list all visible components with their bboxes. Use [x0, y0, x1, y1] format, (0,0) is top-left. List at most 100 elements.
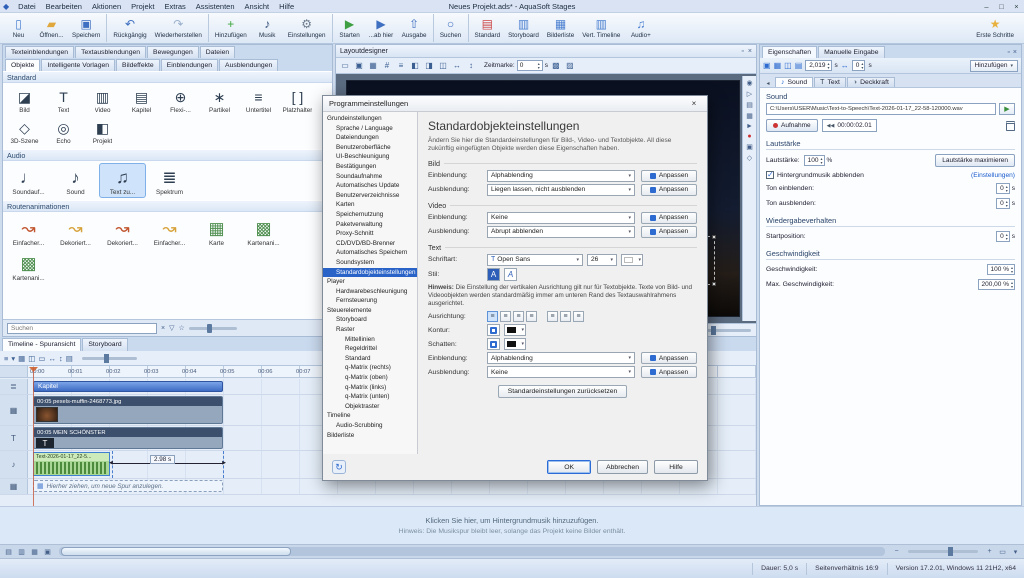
- settings-tree-item[interactable]: Benutzerverzeichnisse: [323, 191, 417, 201]
- font-select[interactable]: TOpen Sans: [487, 254, 583, 266]
- align-button[interactable]: ≡: [513, 311, 524, 322]
- toolbar-button[interactable]: ↶ Rückgängig: [106, 14, 150, 42]
- canvas-tool-icon[interactable]: ▣: [746, 143, 753, 151]
- menu-item[interactable]: Projekt: [126, 2, 159, 11]
- settings-tree-item[interactable]: Dateiendungen: [323, 133, 417, 143]
- bgm-fade-checkbox[interactable]: [766, 171, 774, 179]
- palette-item[interactable]: ▩ Kartenani...: [240, 214, 287, 249]
- timeline-tool-icon[interactable]: ▾: [11, 354, 15, 363]
- panel-corner-icon[interactable]: ×: [1013, 49, 1017, 56]
- settings-tree-item[interactable]: Automatisches Update: [323, 181, 417, 191]
- fadeout-spinner[interactable]: 0▴▾: [996, 198, 1010, 209]
- toolbar-button[interactable]: ♫ Audio+: [624, 14, 657, 42]
- canvas-tool-icon[interactable]: ▦: [746, 112, 753, 120]
- designer-tool-icon[interactable]: ▩: [550, 60, 562, 72]
- canvas-tool-icon[interactable]: ◉: [746, 79, 752, 87]
- designer-tool-icon[interactable]: ▦: [367, 60, 379, 72]
- help-button[interactable]: Hilfe: [654, 460, 698, 474]
- settings-tree-item[interactable]: Automatisches Speichern: [323, 248, 417, 258]
- timeline-zoom-slider[interactable]: [82, 357, 137, 360]
- canvas-tool-icon[interactable]: ●: [747, 133, 751, 140]
- properties-subtab[interactable]: ◑ Deckkraft: [847, 77, 895, 87]
- thumbnail-size-slider[interactable]: [189, 327, 237, 330]
- palette-item[interactable]: ▤ Kapitel: [122, 85, 161, 116]
- designer-tool-icon[interactable]: ↔: [451, 60, 463, 72]
- settings-tree-item[interactable]: Standardobjekteinstellungen: [323, 268, 417, 278]
- menu-item[interactable]: Assistenten: [191, 2, 240, 11]
- settings-tree-item[interactable]: q-Matrix (rechts): [323, 363, 417, 373]
- palette-tab[interactable]: Dateien: [200, 46, 235, 58]
- timeline-tab[interactable]: Storyboard: [82, 338, 127, 351]
- font-style-italic-button[interactable]: A: [504, 268, 517, 281]
- group-header-routes[interactable]: Routenanimationen: [3, 200, 332, 212]
- settings-tree-item[interactable]: Karten: [323, 200, 417, 210]
- designer-tool-icon[interactable]: ◨: [423, 60, 435, 72]
- toolbar-button[interactable]: ⇧ Ausgabe: [398, 14, 431, 42]
- settings-tree-item[interactable]: Objektraster: [323, 402, 417, 412]
- selection-handle[interactable]: [712, 235, 716, 239]
- filter-icon[interactable]: ▽: [169, 324, 174, 332]
- properties-subtab[interactable]: T Text: [814, 77, 846, 87]
- playhead[interactable]: [33, 367, 34, 506]
- anpassen-button[interactable]: Anpassen: [641, 212, 697, 224]
- first-steps-button[interactable]: ★ Erste Schritte: [968, 14, 1022, 42]
- timeline-tool-icon[interactable]: ▦: [18, 354, 25, 363]
- image-object-block[interactable]: 00:05 pexels-muffin-2468773.jpg: [33, 396, 223, 424]
- designer-tool-icon[interactable]: #: [381, 60, 393, 72]
- shadow-color-swatch[interactable]: [504, 338, 526, 350]
- settings-tree-item[interactable]: UI-Beschleunigung: [323, 152, 417, 162]
- toolbar-button[interactable]: ▥ Storyboard: [504, 14, 543, 42]
- blend-select[interactable]: Liegen lassen, nicht ausblenden: [487, 184, 635, 196]
- palette-tab[interactable]: Intelligente Vorlagen: [41, 59, 115, 71]
- timeline-tool-icon[interactable]: ↕: [59, 354, 63, 363]
- slider-thumb[interactable]: [948, 547, 953, 556]
- properties-tool-icon[interactable]: ▦: [774, 61, 782, 70]
- anpassen-button[interactable]: Anpassen: [641, 352, 697, 364]
- add-dropdown[interactable]: Hinzufügen: [970, 60, 1018, 72]
- scrollbar-thumb[interactable]: [61, 547, 291, 556]
- settings-tree-item[interactable]: Mittellinien: [323, 335, 417, 345]
- properties-tab[interactable]: Eigenschaften: [762, 46, 817, 58]
- settings-tree-item[interactable]: Paketverwaltung: [323, 220, 417, 230]
- menu-item[interactable]: Aktionen: [87, 2, 126, 11]
- palette-item[interactable]: ↝ Dekoriert...: [99, 214, 146, 249]
- sound-object-block[interactable]: Text-2026-01-17_22-5...: [33, 452, 110, 476]
- toolbar-button[interactable]: ▶ ...ab hier: [365, 14, 398, 42]
- timeline-tool-icon[interactable]: ◫: [28, 354, 35, 363]
- font-size-select[interactable]: 26: [587, 254, 617, 266]
- palette-item[interactable]: ≣ Spektrum: [146, 163, 193, 198]
- designer-tool-icon[interactable]: ↕: [465, 60, 477, 72]
- blend-select[interactable]: Abrupt abblenden: [487, 226, 635, 238]
- palette-tab[interactable]: Texteinblendungen: [5, 46, 74, 58]
- settings-tree-item[interactable]: q-Matrix (oben): [323, 373, 417, 383]
- minimize-button[interactable]: –: [979, 2, 994, 11]
- palette-tab[interactable]: Ausblendungen: [219, 59, 278, 71]
- panel-corner-icon[interactable]: ▫: [1007, 49, 1009, 56]
- settings-tree-item[interactable]: Grundeinstellungen: [323, 114, 417, 124]
- reset-defaults-button[interactable]: Standardeinstellungen zurücksetzen: [498, 385, 628, 398]
- align-button[interactable]: ≡: [573, 311, 584, 322]
- group-header-standard[interactable]: Standard: [3, 71, 332, 83]
- toolbar-button[interactable]: ↷ Wiederherstellen: [151, 14, 206, 42]
- group-header-audio[interactable]: Audio: [3, 149, 332, 161]
- dialog-titlebar[interactable]: Programmeinstellungen ×: [323, 96, 707, 112]
- timeline-tool-icon[interactable]: ↔: [48, 354, 56, 363]
- maximize-button[interactable]: □: [994, 2, 1009, 11]
- menu-item[interactable]: Datei: [13, 2, 41, 11]
- palette-tab[interactable]: Bildeffekte: [116, 59, 160, 71]
- startpos-spinner[interactable]: 0▴▾: [996, 231, 1010, 242]
- settings-tree-item[interactable]: Audio-Scrubbing: [323, 421, 417, 431]
- toolbar-button[interactable]: ▤ Standard: [468, 14, 505, 42]
- palette-item[interactable]: ↝ Einfacher...: [5, 214, 52, 249]
- timeline-view-icon[interactable]: ▥: [16, 548, 27, 556]
- palette-item[interactable]: ♫ Text zu...: [99, 163, 146, 198]
- zoom-in-icon[interactable]: +: [984, 548, 995, 555]
- palette-item[interactable]: T Text: [44, 85, 83, 116]
- settings-tree-item[interactable]: Storyboard: [323, 315, 417, 325]
- align-button[interactable]: ≡: [487, 311, 498, 322]
- skip-start-icon[interactable]: ◀◀: [827, 123, 835, 129]
- settings-tree-item[interactable]: Proxy-Schnitt: [323, 229, 417, 239]
- palette-item[interactable]: ◇ 3D-Szene: [5, 116, 44, 147]
- settings-tree-item[interactable]: CD/DVD/BD-Brenner: [323, 239, 417, 249]
- anpassen-button[interactable]: Anpassen: [641, 170, 697, 182]
